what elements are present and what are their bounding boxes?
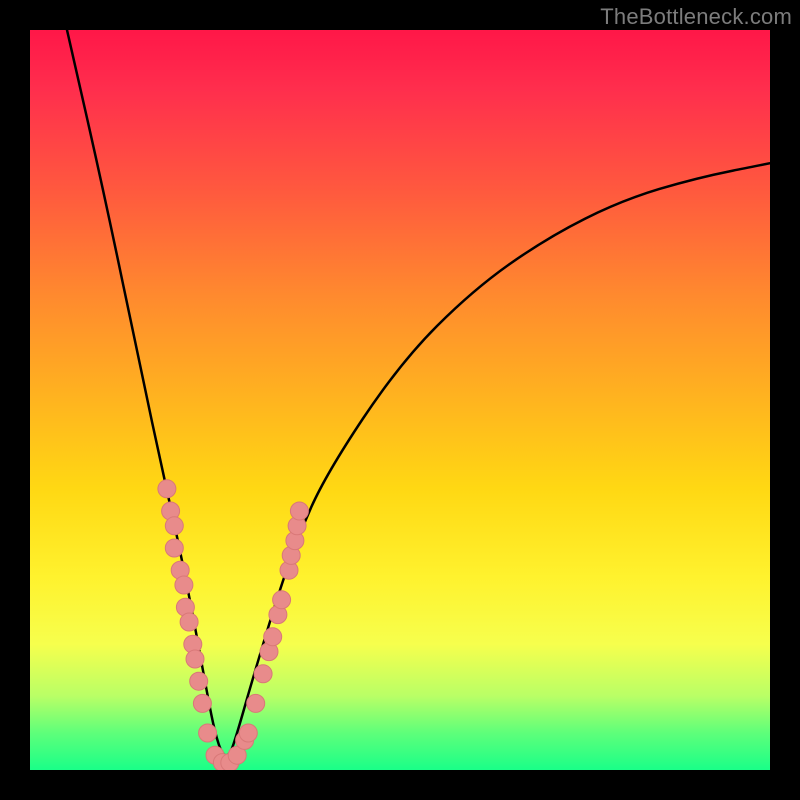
marker-dot [193, 694, 211, 712]
marker-dot [175, 576, 193, 594]
marker-dot [199, 724, 217, 742]
watermark-text: TheBottleneck.com [600, 4, 792, 30]
marker-dot [165, 539, 183, 557]
marker-dot [264, 628, 282, 646]
plot-area [30, 30, 770, 770]
marker-dot [254, 665, 272, 683]
marker-dot [190, 672, 208, 690]
marker-dot [290, 502, 308, 520]
marker-dot [273, 591, 291, 609]
chart-frame: TheBottleneck.com [0, 0, 800, 800]
marker-dot [247, 694, 265, 712]
marker-group [158, 480, 309, 770]
marker-dot [186, 650, 204, 668]
curve-layer [30, 30, 770, 770]
marker-dot [165, 517, 183, 535]
marker-dot [180, 613, 198, 631]
marker-dot [239, 724, 257, 742]
marker-dot [158, 480, 176, 498]
bottleneck-curve [67, 30, 770, 755]
